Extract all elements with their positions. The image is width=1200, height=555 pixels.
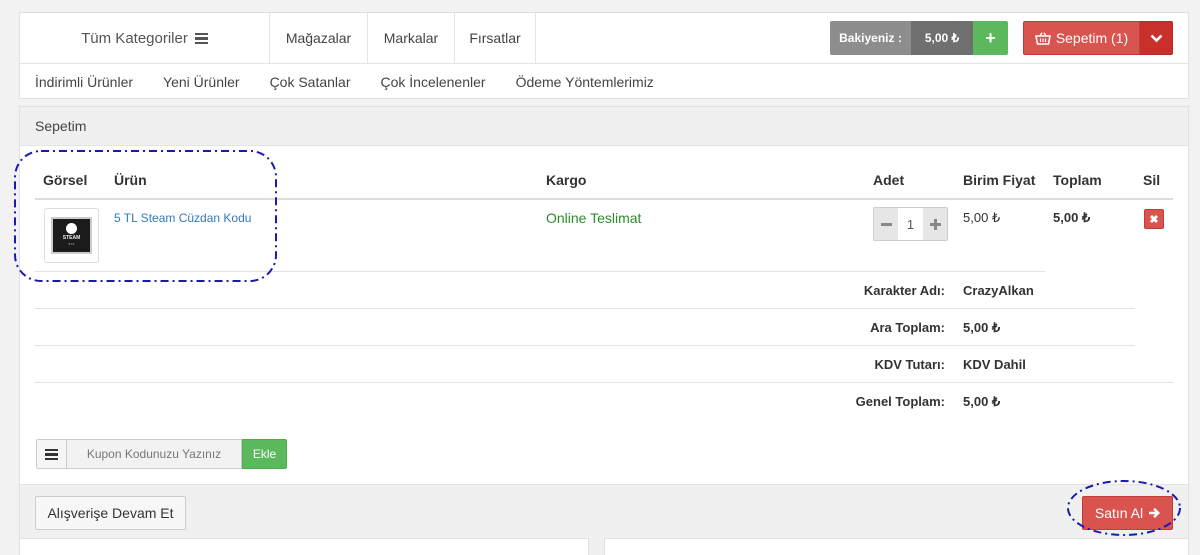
apply-coupon-button[interactable]: Ekle: [242, 439, 287, 469]
sub-link-payment-methods[interactable]: Ödeme Yöntemlerimiz: [516, 74, 654, 90]
column-header-shipping: Kargo: [546, 172, 587, 188]
summary-divider: [35, 382, 1173, 383]
grand-total-label: Genel Toplam:: [855, 394, 945, 409]
sub-link-new[interactable]: Yeni Ürünler: [163, 74, 240, 90]
highlight-ring-product: [14, 150, 277, 282]
secondary-nav-row: İndirimli Ürünler Yeni Ürünler Çok Satan…: [20, 65, 1188, 99]
summary-divider: [35, 308, 1135, 309]
item-total: 5,00 ₺: [1053, 210, 1091, 225]
subtotal-value: 5,00 ₺: [963, 320, 1001, 335]
decrease-quantity-button[interactable]: [874, 208, 898, 240]
column-header-unit-price: Birim Fiyat: [963, 172, 1036, 188]
quantity-stepper: 1: [873, 207, 948, 241]
summary-divider: [35, 345, 1135, 346]
coupon-menu-button[interactable]: [36, 439, 67, 469]
balance-widget: Bakiyeniz : 5,00 ₺ +: [830, 21, 1008, 55]
subtotal-label: Ara Toplam:: [870, 320, 945, 335]
cart-panel-header: Sepetim: [20, 107, 1188, 146]
grand-total-value: 5,00 ₺: [963, 394, 1001, 409]
plus-icon: [929, 218, 941, 230]
character-name-value: CrazyAlkan: [963, 283, 1034, 298]
cart-dropdown-toggle[interactable]: [1140, 21, 1173, 55]
cart-label: Sepetim (1): [1055, 30, 1129, 46]
delivery-method: Online Teslimat: [546, 210, 642, 226]
unit-price: 5,00 ₺: [963, 210, 1001, 225]
cart-title: Sepetim: [35, 118, 87, 134]
minus-icon: [880, 222, 892, 226]
remove-item-button[interactable]: ✖: [1144, 209, 1164, 229]
balance-label: Bakiyeniz :: [830, 21, 911, 55]
cart-button-group: Sepetim (1): [1023, 21, 1173, 55]
cart-button[interactable]: Sepetim (1): [1023, 21, 1140, 55]
character-name-label: Karakter Adı:: [863, 283, 945, 298]
column-header-total: Toplam: [1053, 172, 1102, 188]
coupon-form: Ekle: [36, 439, 287, 469]
column-header-delete: Sil: [1143, 172, 1161, 188]
bottom-card-left: [19, 538, 589, 555]
column-header-quantity: Adet: [873, 172, 905, 188]
top-navigation-bar: Tüm Kategoriler Mağazalar Markalar Fırsa…: [19, 12, 1189, 99]
basket-icon: [1034, 31, 1051, 45]
sub-link-discounted[interactable]: İndirimli Ürünler: [35, 74, 133, 90]
bottom-card-right: [604, 538, 1189, 555]
add-balance-button[interactable]: +: [973, 21, 1008, 55]
quantity-value[interactable]: 1: [898, 208, 923, 240]
continue-shopping-button[interactable]: Alışverişe Devam Et: [35, 496, 186, 530]
coupon-code-input[interactable]: [67, 439, 242, 469]
chevron-down-icon: [1150, 34, 1162, 42]
hamburger-icon: [194, 32, 208, 44]
hamburger-icon: [45, 448, 58, 460]
all-categories-label: Tüm Kategoriler: [81, 29, 188, 47]
nav-link-brands[interactable]: Markalar: [367, 13, 454, 63]
vat-value: KDV Dahil: [963, 357, 1026, 372]
close-icon: ✖: [1149, 213, 1159, 226]
vat-label: KDV Tutarı:: [874, 357, 945, 372]
sub-link-bestsellers[interactable]: Çok Satanlar: [270, 74, 351, 90]
increase-quantity-button[interactable]: [923, 208, 947, 240]
nav-link-deals[interactable]: Fırsatlar: [454, 13, 536, 63]
highlight-ring-checkout: [1067, 480, 1181, 536]
nav-link-stores[interactable]: Mağazalar: [269, 13, 367, 63]
main-nav-row: Tüm Kategoriler Mağazalar Markalar Fırsa…: [20, 13, 1188, 64]
all-categories-menu[interactable]: Tüm Kategoriler: [20, 13, 269, 63]
sub-link-most-reviewed[interactable]: Çok İncelenenler: [381, 74, 486, 90]
balance-value: 5,00 ₺: [911, 21, 973, 55]
